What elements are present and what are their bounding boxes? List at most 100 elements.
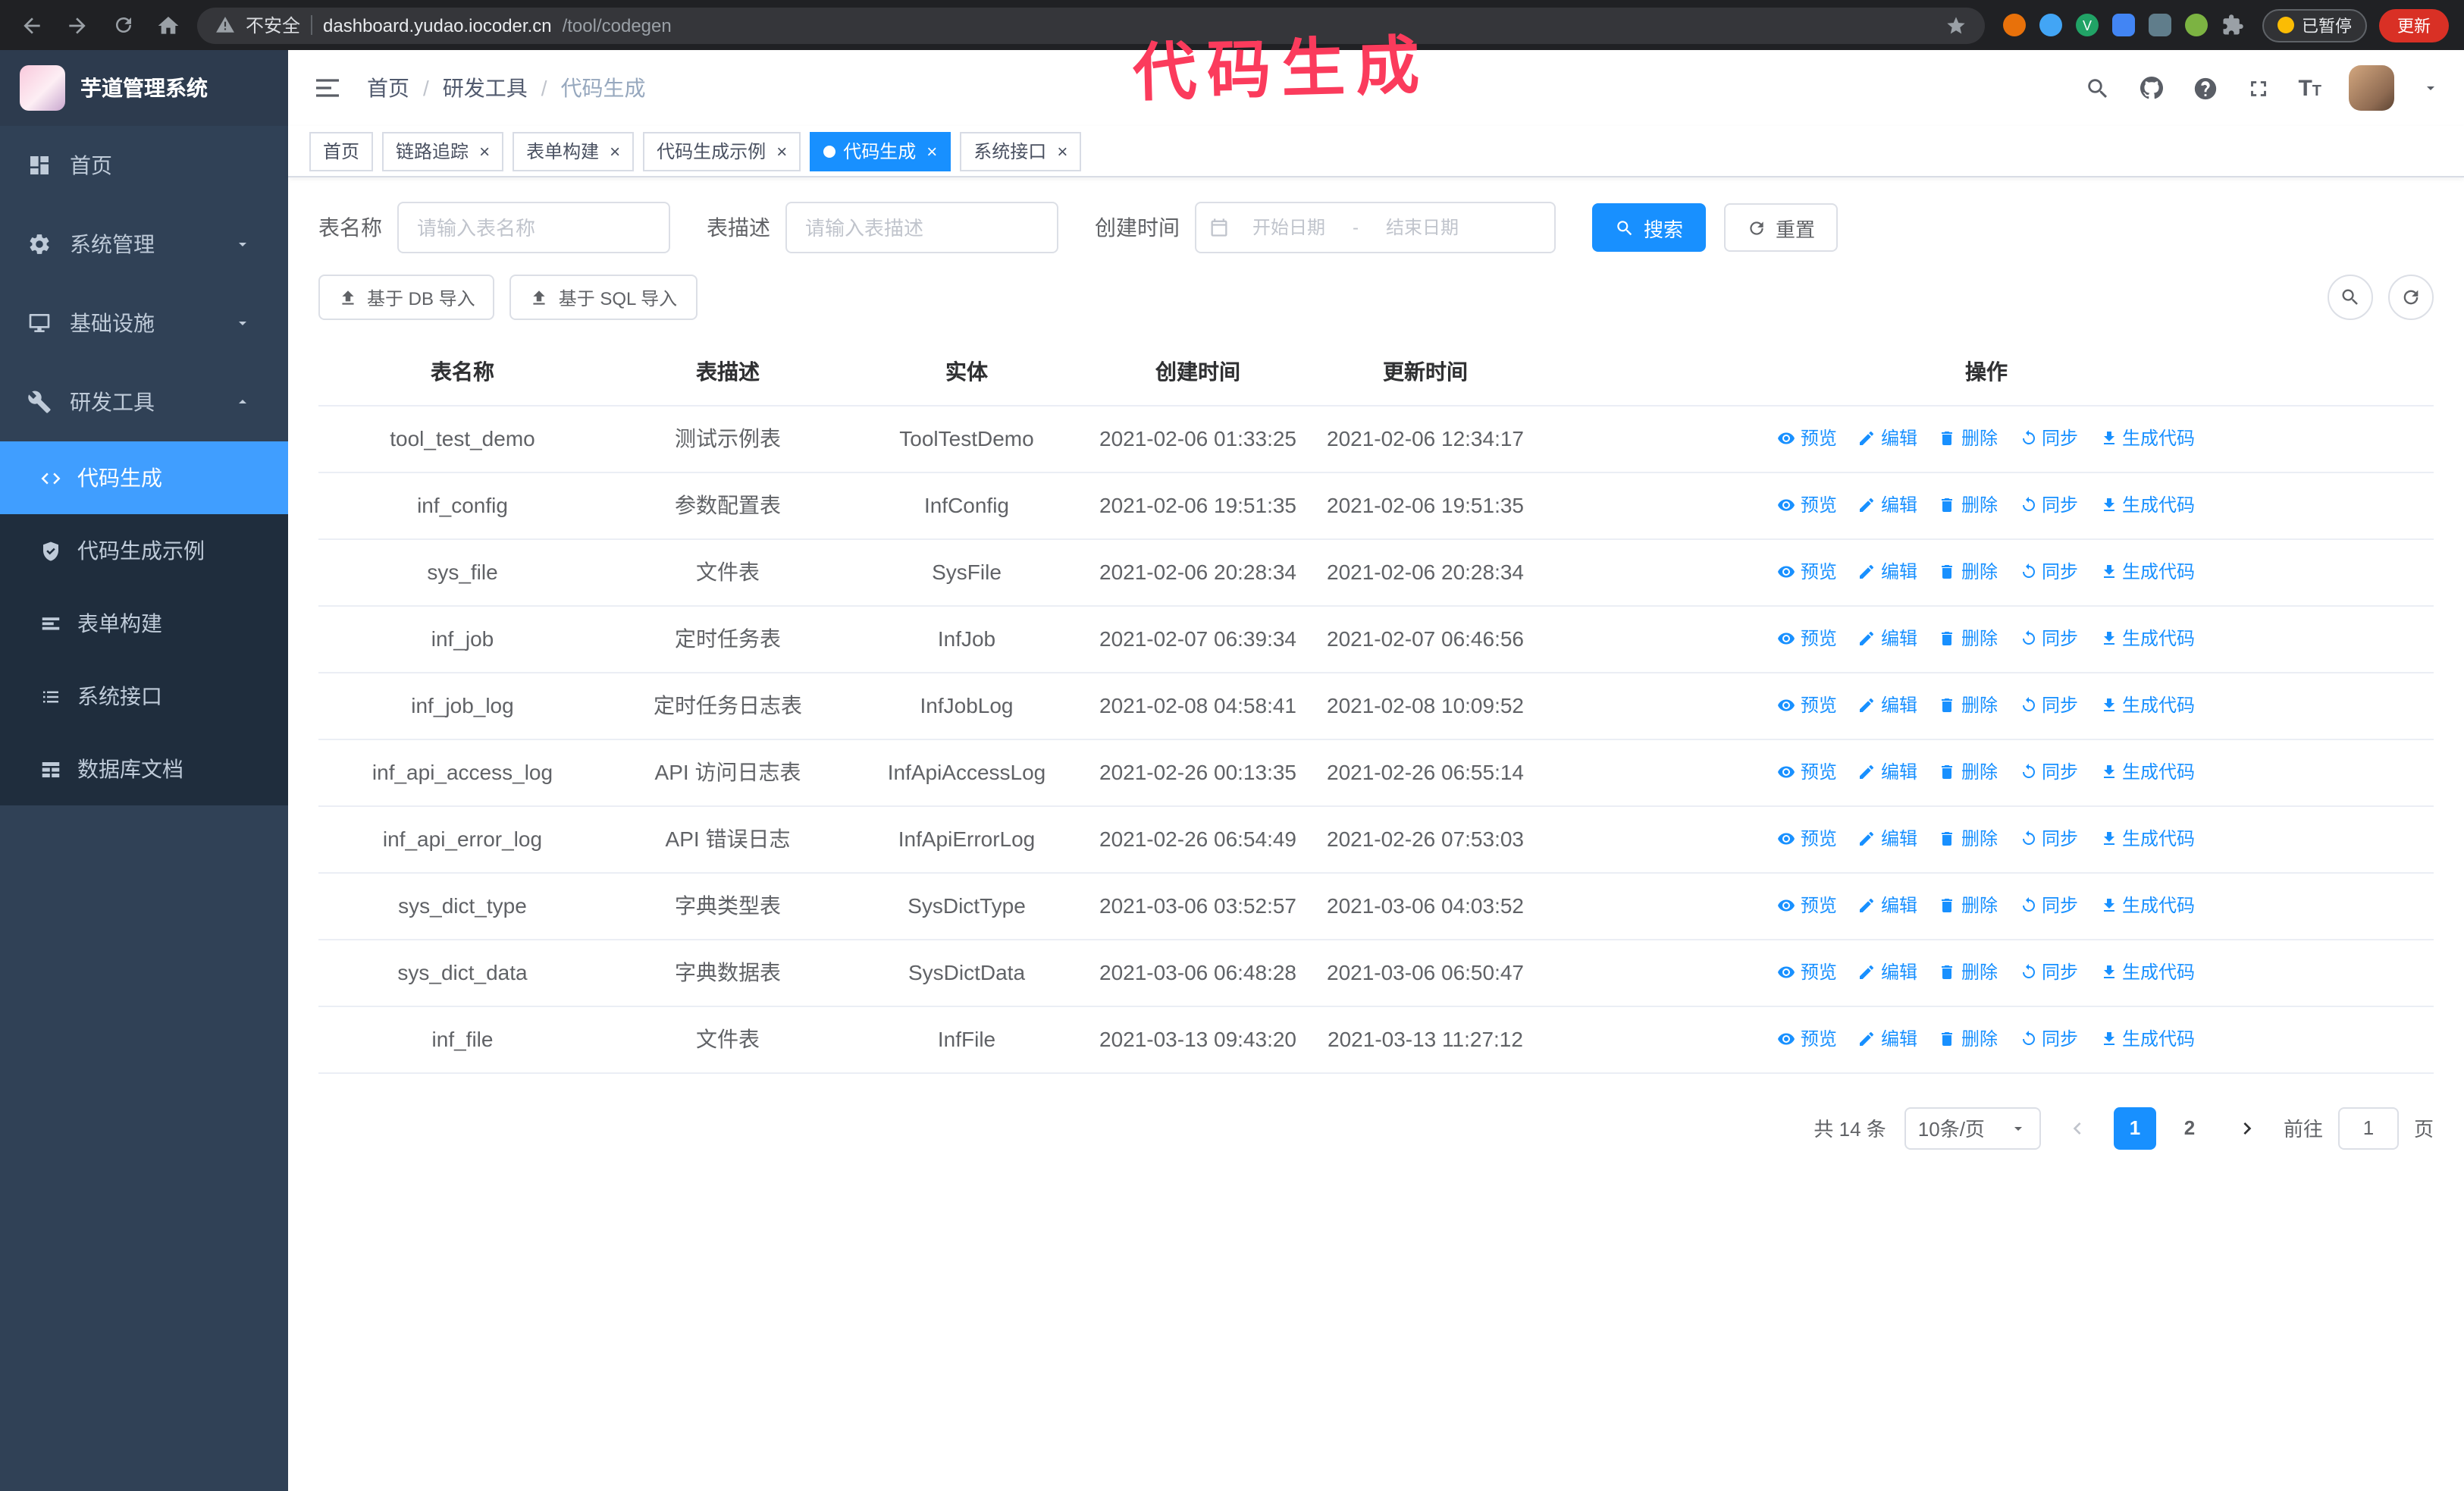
- tab-close-icon[interactable]: ×: [479, 142, 490, 160]
- action-delete-link[interactable]: 删除: [1939, 688, 1998, 721]
- github-icon[interactable]: [2137, 74, 2165, 102]
- avatar-caret-icon[interactable]: [2422, 79, 2440, 97]
- sidebar-subitem-1[interactable]: 代码生成示例: [0, 514, 288, 587]
- user-avatar[interactable]: [2349, 65, 2394, 111]
- page-number-2[interactable]: 2: [2168, 1106, 2211, 1149]
- action-delete-link[interactable]: 删除: [1939, 621, 1998, 654]
- sidebar-item-2[interactable]: 基础设施: [0, 284, 288, 363]
- puzzle-extension-icon[interactable]: [2221, 14, 2244, 36]
- action-delete-link[interactable]: 删除: [1939, 821, 1998, 855]
- browser-back-icon[interactable]: [15, 8, 49, 42]
- action-eye-link[interactable]: 预览: [1778, 621, 1837, 654]
- action-eye-link[interactable]: 预览: [1778, 488, 1837, 521]
- sidebar-logo[interactable]: 芋道管理系统: [0, 50, 288, 126]
- extension-icon-leaf[interactable]: [2185, 14, 2208, 36]
- tab-close-icon[interactable]: ×: [1057, 142, 1067, 160]
- tab-close-icon[interactable]: ×: [610, 142, 620, 160]
- action-download-link[interactable]: 生成代码: [2099, 688, 2195, 721]
- refresh-button[interactable]: [2388, 275, 2434, 320]
- action-eye-link[interactable]: 预览: [1778, 688, 1837, 721]
- action-sync-link[interactable]: 同步: [2019, 554, 2078, 588]
- action-download-link[interactable]: 生成代码: [2099, 554, 2195, 588]
- sidebar-subitem-2[interactable]: 表单构建: [0, 587, 288, 660]
- action-edit-link[interactable]: 编辑: [1858, 821, 1917, 855]
- extension-icon-drop[interactable]: [2039, 14, 2062, 36]
- breadcrumb-item-1[interactable]: 研发工具: [443, 73, 528, 103]
- extension-icon-grid[interactable]: [2112, 14, 2135, 36]
- date-end-input[interactable]: [1363, 217, 1481, 238]
- action-eye-link[interactable]: 预览: [1778, 554, 1837, 588]
- browser-forward-icon[interactable]: [61, 8, 94, 42]
- browser-update-button[interactable]: 更新: [2379, 8, 2449, 42]
- sidebar-subitem-0[interactable]: 代码生成: [0, 441, 288, 514]
- action-delete-link[interactable]: 删除: [1939, 888, 1998, 921]
- address-bar[interactable]: 不安全 dashboard.yudao.iocoder.cn /tool/cod…: [197, 7, 1985, 43]
- browser-home-icon[interactable]: [152, 8, 185, 42]
- action-delete-link[interactable]: 删除: [1939, 1022, 1998, 1055]
- action-edit-link[interactable]: 编辑: [1858, 955, 1917, 988]
- page-size-select[interactable]: 10条/页: [1904, 1106, 2041, 1149]
- action-sync-link[interactable]: 同步: [2019, 1022, 2078, 1055]
- breadcrumb-item-0[interactable]: 首页: [367, 73, 409, 103]
- extension-icon-v[interactable]: V: [2076, 14, 2099, 36]
- action-sync-link[interactable]: 同步: [2019, 421, 2078, 454]
- action-delete-link[interactable]: 删除: [1939, 755, 1998, 788]
- action-edit-link[interactable]: 编辑: [1858, 888, 1917, 921]
- action-download-link[interactable]: 生成代码: [2099, 1022, 2195, 1055]
- tab-1[interactable]: 链路追踪 ×: [382, 131, 504, 171]
- search-icon[interactable]: [2084, 75, 2110, 101]
- next-page-button[interactable]: [2226, 1106, 2268, 1149]
- action-download-link[interactable]: 生成代码: [2099, 621, 2195, 654]
- import-sql-button[interactable]: 基于 SQL 导入: [509, 275, 698, 320]
- extension-icon-fox[interactable]: [2003, 14, 2026, 36]
- table-desc-input[interactable]: [785, 202, 1058, 253]
- action-edit-link[interactable]: 编辑: [1858, 421, 1917, 454]
- fullscreen-icon[interactable]: [2245, 75, 2271, 101]
- action-edit-link[interactable]: 编辑: [1858, 488, 1917, 521]
- page-number-1[interactable]: 1: [2113, 1106, 2156, 1149]
- tab-close-icon[interactable]: ×: [776, 142, 787, 160]
- action-sync-link[interactable]: 同步: [2019, 888, 2078, 921]
- paused-badge[interactable]: 已暂停: [2262, 8, 2367, 42]
- browser-reload-icon[interactable]: [106, 8, 140, 42]
- action-download-link[interactable]: 生成代码: [2099, 888, 2195, 921]
- extension-icon-tool[interactable]: [2149, 14, 2171, 36]
- prev-page-button[interactable]: [2056, 1106, 2099, 1149]
- table-name-input[interactable]: [397, 202, 670, 253]
- date-start-input[interactable]: [1230, 217, 1348, 238]
- action-download-link[interactable]: 生成代码: [2099, 421, 2195, 454]
- action-download-link[interactable]: 生成代码: [2099, 821, 2195, 855]
- menu-collapse-button[interactable]: [312, 73, 343, 103]
- action-edit-link[interactable]: 编辑: [1858, 1022, 1917, 1055]
- sidebar-subitem-4[interactable]: 数据库文档: [0, 733, 288, 805]
- tab-4[interactable]: 代码生成 ×: [810, 131, 951, 171]
- action-sync-link[interactable]: 同步: [2019, 688, 2078, 721]
- sidebar-item-1[interactable]: 系统管理: [0, 205, 288, 284]
- action-sync-link[interactable]: 同步: [2019, 488, 2078, 521]
- action-edit-link[interactable]: 编辑: [1858, 688, 1917, 721]
- goto-page-input[interactable]: [2337, 1106, 2399, 1149]
- tab-close-icon[interactable]: ×: [926, 142, 937, 160]
- action-eye-link[interactable]: 预览: [1778, 421, 1837, 454]
- font-size-icon[interactable]: TT: [2298, 75, 2321, 101]
- sidebar-item-3[interactable]: 研发工具: [0, 363, 288, 441]
- sidebar-subitem-3[interactable]: 系统接口: [0, 660, 288, 733]
- security-label[interactable]: 不安全: [246, 12, 300, 38]
- action-download-link[interactable]: 生成代码: [2099, 755, 2195, 788]
- action-sync-link[interactable]: 同步: [2019, 621, 2078, 654]
- action-download-link[interactable]: 生成代码: [2099, 488, 2195, 521]
- action-delete-link[interactable]: 删除: [1939, 421, 1998, 454]
- action-edit-link[interactable]: 编辑: [1858, 554, 1917, 588]
- action-sync-link[interactable]: 同步: [2019, 755, 2078, 788]
- action-eye-link[interactable]: 预览: [1778, 1022, 1837, 1055]
- reset-button[interactable]: 重置: [1724, 203, 1839, 252]
- date-range-picker[interactable]: -: [1195, 202, 1556, 253]
- action-delete-link[interactable]: 删除: [1939, 955, 1998, 988]
- action-download-link[interactable]: 生成代码: [2099, 955, 2195, 988]
- sidebar-item-0[interactable]: 首页: [0, 126, 288, 205]
- tab-5[interactable]: 系统接口 ×: [960, 131, 1082, 171]
- action-sync-link[interactable]: 同步: [2019, 821, 2078, 855]
- tab-2[interactable]: 表单构建 ×: [513, 131, 635, 171]
- search-button[interactable]: 搜索: [1592, 203, 1707, 252]
- action-eye-link[interactable]: 预览: [1778, 888, 1837, 921]
